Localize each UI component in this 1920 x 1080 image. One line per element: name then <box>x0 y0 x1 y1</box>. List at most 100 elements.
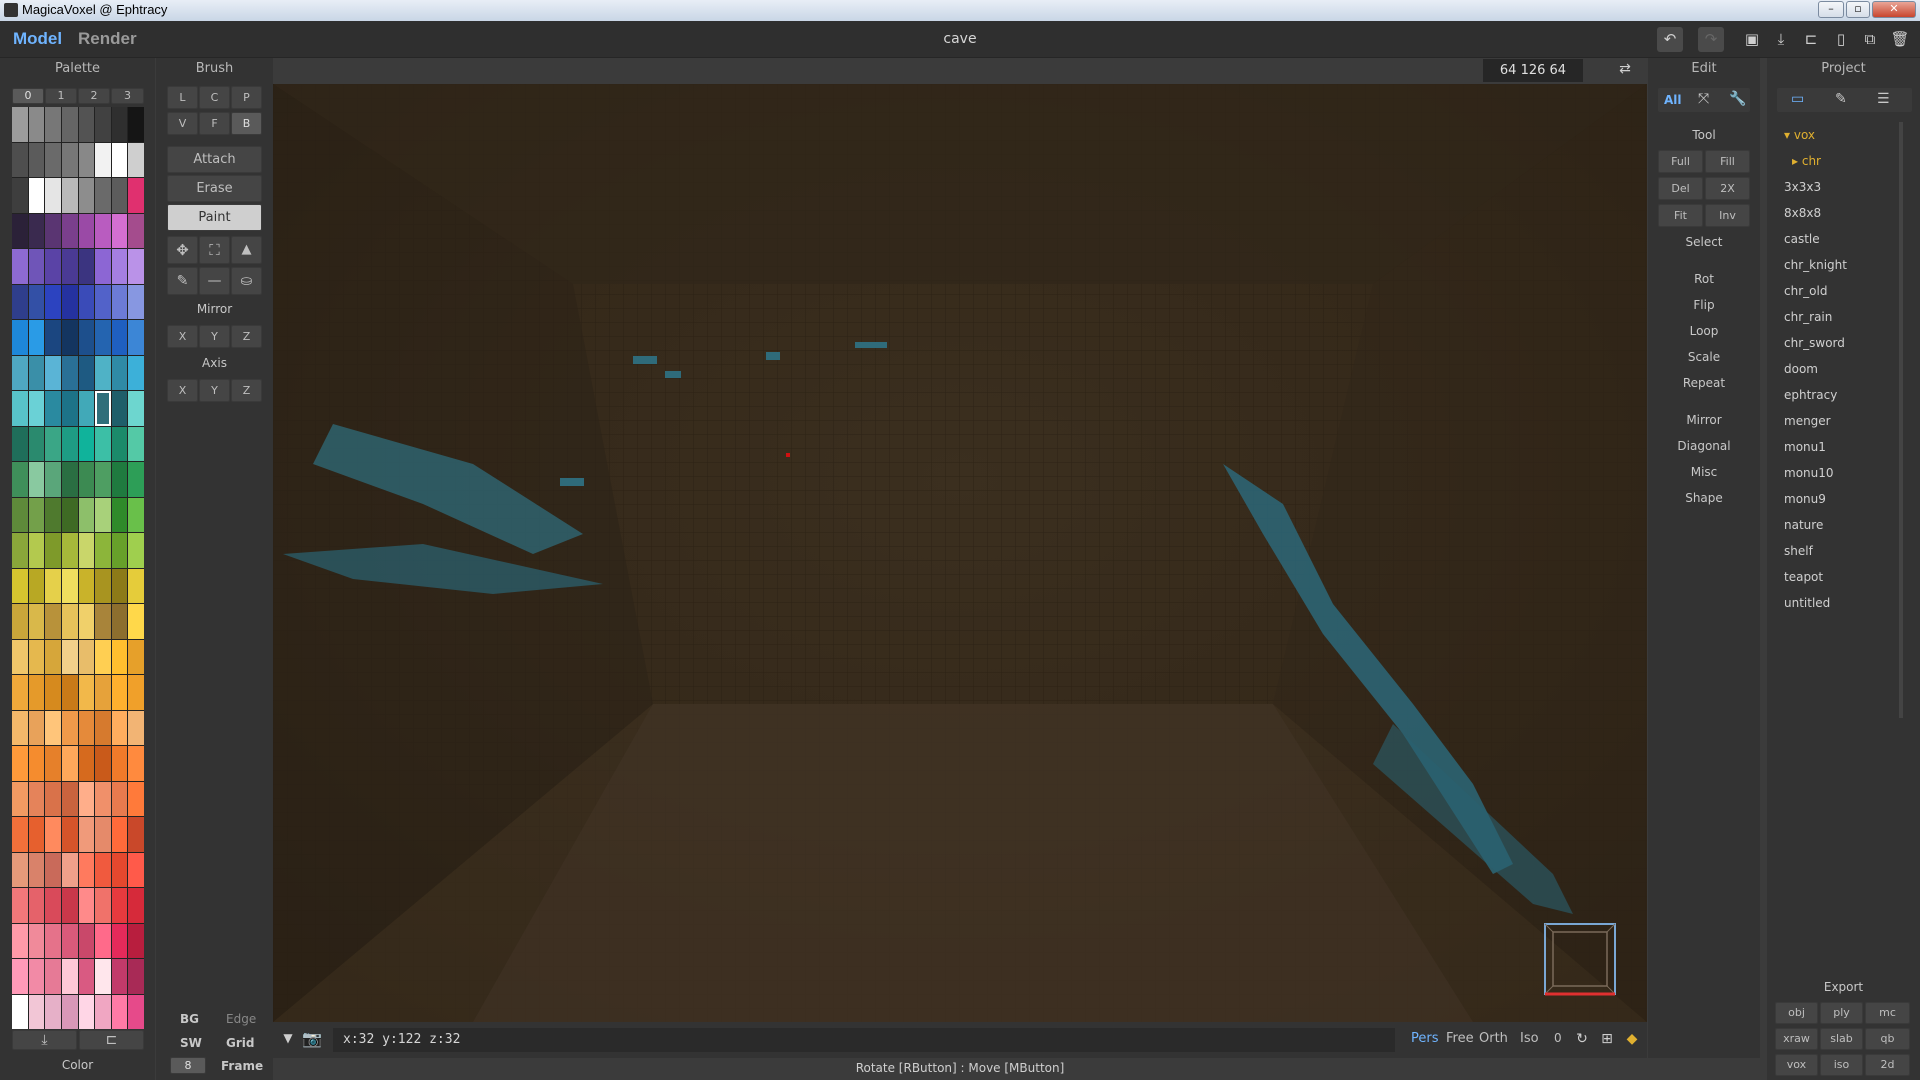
redo-icon[interactable]: ↷ <box>1698 27 1724 52</box>
palette-swatch[interactable] <box>128 320 144 355</box>
palette-swatch[interactable] <box>28 497 45 532</box>
palette-swatch[interactable] <box>95 959 111 994</box>
palette-swatch[interactable] <box>45 284 61 319</box>
camera-icon[interactable]: 📷 <box>299 1026 325 1051</box>
palette-swatch[interactable] <box>45 817 61 852</box>
mirror-x[interactable]: X <box>167 325 198 348</box>
project-file[interactable]: chr_rain <box>1784 310 1832 324</box>
palette-swatch[interactable] <box>12 142 28 177</box>
list-tab-icon[interactable]: ☰ <box>1877 91 1890 107</box>
palette-swatch[interactable] <box>45 497 61 532</box>
palette-swatch[interactable] <box>111 994 128 1029</box>
project-file[interactable]: nature <box>1784 518 1823 532</box>
palette-swatch[interactable] <box>95 852 111 887</box>
project-file[interactable]: 8x8x8 <box>1784 206 1821 220</box>
project-file[interactable]: doom <box>1784 362 1818 376</box>
tool-fill[interactable]: Fill <box>1705 150 1750 173</box>
palette-swatch[interactable] <box>45 249 61 284</box>
palette-swatch[interactable] <box>95 781 111 816</box>
palette-swatch[interactable] <box>78 497 95 532</box>
folder-chr[interactable]: ▸ chr <box>1792 154 1821 168</box>
project-file[interactable]: chr_sword <box>1784 336 1845 350</box>
paint-button[interactable]: Paint <box>167 204 262 231</box>
palette-swatch[interactable] <box>45 888 61 923</box>
palette-swatch[interactable] <box>45 923 61 958</box>
palette-swatch[interactable] <box>28 604 45 639</box>
palette-swatch[interactable] <box>45 852 61 887</box>
palette-swatch[interactable] <box>12 568 28 603</box>
palette-swatch[interactable] <box>45 604 61 639</box>
project-file[interactable]: untitled <box>1784 596 1830 610</box>
palette-swatch[interactable] <box>61 249 78 284</box>
project-file[interactable]: chr_knight <box>1784 258 1847 272</box>
palette-swatch[interactable] <box>28 533 45 568</box>
palette-swatch[interactable] <box>128 355 144 390</box>
palette-swatch[interactable] <box>95 994 111 1029</box>
palette-swatch[interactable] <box>111 781 128 816</box>
palette-swatch[interactable] <box>78 142 95 177</box>
palette-swatch[interactable] <box>61 781 78 816</box>
palette-swatch[interactable] <box>28 426 45 461</box>
bucket-icon[interactable]: ⛀ <box>231 267 262 295</box>
project-scrollbar[interactable] <box>1899 122 1903 718</box>
export-mc[interactable]: mc <box>1865 1002 1910 1024</box>
palette-swatch[interactable] <box>95 178 111 213</box>
palette-swatch[interactable] <box>61 959 78 994</box>
project-file[interactable]: castle <box>1784 232 1820 246</box>
palette-swatch[interactable] <box>61 675 78 710</box>
palette-swatch[interactable] <box>111 746 128 781</box>
export-2d[interactable]: 2d <box>1865 1054 1910 1076</box>
palette-swatch[interactable] <box>111 391 128 426</box>
mirror-y[interactable]: Y <box>199 325 230 348</box>
palette-tab-1[interactable]: 1 <box>45 88 77 104</box>
palette-swatch[interactable] <box>12 675 28 710</box>
palette-swatch[interactable] <box>128 213 144 248</box>
grid-button[interactable]: Grid <box>226 1036 254 1050</box>
palette-swatch[interactable] <box>28 391 45 426</box>
palette-swatch[interactable] <box>111 178 128 213</box>
palette-swatch[interactable] <box>61 746 78 781</box>
mirror-z[interactable]: Z <box>231 325 262 348</box>
palette-swatch[interactable] <box>111 888 128 923</box>
edit-scale[interactable]: Scale <box>1648 350 1760 364</box>
edge-button[interactable]: Edge <box>226 1012 256 1026</box>
palette-swatch[interactable] <box>28 462 45 497</box>
palette-swatch[interactable] <box>128 284 144 319</box>
project-file[interactable]: ephtracy <box>1784 388 1837 402</box>
reset-view-icon[interactable]: ↻ <box>1569 1027 1595 1052</box>
palette-swatch[interactable] <box>95 249 111 284</box>
project-file[interactable]: teapot <box>1784 570 1823 584</box>
palette-swatch[interactable] <box>128 817 144 852</box>
palette-swatch[interactable] <box>95 568 111 603</box>
palette-swatch[interactable] <box>111 355 128 390</box>
palette-swatch[interactable] <box>61 107 78 142</box>
palette-swatch[interactable] <box>111 426 128 461</box>
palette-swatch[interactable] <box>12 923 28 958</box>
palette-swatch[interactable] <box>95 355 111 390</box>
maximize-icon[interactable]: ▫ <box>1846 1 1870 18</box>
palette-swatch[interactable] <box>78 178 95 213</box>
palette-swatch[interactable] <box>12 852 28 887</box>
palette-swatch[interactable] <box>61 213 78 248</box>
palette-swatch[interactable] <box>95 639 111 674</box>
palette-swatch[interactable] <box>61 568 78 603</box>
palette-swatch[interactable] <box>111 852 128 887</box>
palette-swatch[interactable] <box>28 284 45 319</box>
project-file[interactable]: monu1 <box>1784 440 1826 454</box>
palette-swatch[interactable] <box>45 426 61 461</box>
view-number[interactable]: 0 <box>1554 1031 1562 1045</box>
palette-swatch[interactable] <box>128 178 144 213</box>
palette-swatch[interactable] <box>12 817 28 852</box>
palette-swatch[interactable] <box>111 107 128 142</box>
duplicate-icon[interactable]: ⧉ <box>1857 27 1883 52</box>
palette-swatch[interactable] <box>12 533 28 568</box>
brush-mode-c[interactable]: C <box>199 86 230 109</box>
palette-swatch[interactable] <box>78 959 95 994</box>
palette-swatch[interactable] <box>78 284 95 319</box>
edit-misc[interactable]: Misc <box>1648 465 1760 479</box>
palette-swatch[interactable] <box>61 639 78 674</box>
edit-mirror[interactable]: Mirror <box>1648 413 1760 427</box>
palette-swatch[interactable] <box>95 710 111 745</box>
sw-button[interactable]: SW <box>180 1036 202 1050</box>
palette-swatch[interactable] <box>61 604 78 639</box>
